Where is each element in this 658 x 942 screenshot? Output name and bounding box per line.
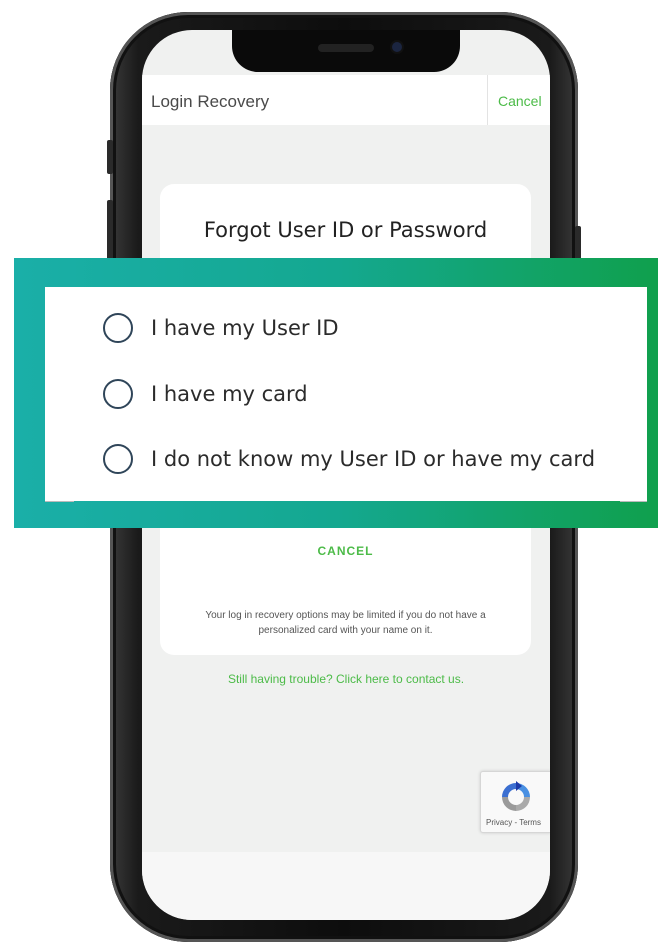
app-header: Login Recovery Cancel bbox=[142, 75, 550, 125]
volume-up-button bbox=[107, 200, 113, 262]
recovery-options-panel: I have my User ID I have my card I do no… bbox=[45, 287, 647, 501]
option-have-card[interactable]: I have my card bbox=[103, 374, 308, 414]
radio-button[interactable] bbox=[103, 379, 133, 409]
page-title: Login Recovery bbox=[151, 92, 270, 111]
recovery-note: Your log in recovery options may be limi… bbox=[205, 610, 486, 636]
recaptcha-icon bbox=[502, 781, 530, 811]
option-label: I do not know my User ID or have my card bbox=[151, 447, 596, 471]
silent-switch bbox=[107, 140, 113, 174]
recaptcha-privacy-terms[interactable]: Privacy - Terms bbox=[486, 818, 541, 827]
card-cancel-button[interactable]: CANCEL bbox=[160, 544, 531, 558]
panel-divider-right bbox=[620, 501, 647, 502]
speaker-grille bbox=[318, 44, 374, 52]
option-have-user-id[interactable]: I have my User ID bbox=[103, 308, 339, 348]
panel-divider-left bbox=[45, 501, 74, 502]
option-label: I have my card bbox=[151, 382, 308, 406]
header-cancel-button[interactable]: Cancel bbox=[498, 93, 542, 109]
recaptcha-badge[interactable]: Privacy - Terms bbox=[480, 771, 550, 833]
notch bbox=[232, 30, 460, 72]
radio-button[interactable] bbox=[103, 444, 133, 474]
radio-button[interactable] bbox=[103, 313, 133, 343]
home-indicator-area bbox=[142, 852, 550, 920]
camera-icon bbox=[392, 42, 402, 52]
header-divider bbox=[487, 75, 488, 125]
contact-us-link[interactable]: Still having trouble? Click here to cont… bbox=[142, 672, 550, 686]
option-no-user-id-or-card[interactable]: I do not know my User ID or have my card bbox=[103, 439, 595, 479]
option-label: I have my User ID bbox=[151, 316, 339, 340]
card-title: Forgot User ID or Password bbox=[203, 218, 488, 242]
